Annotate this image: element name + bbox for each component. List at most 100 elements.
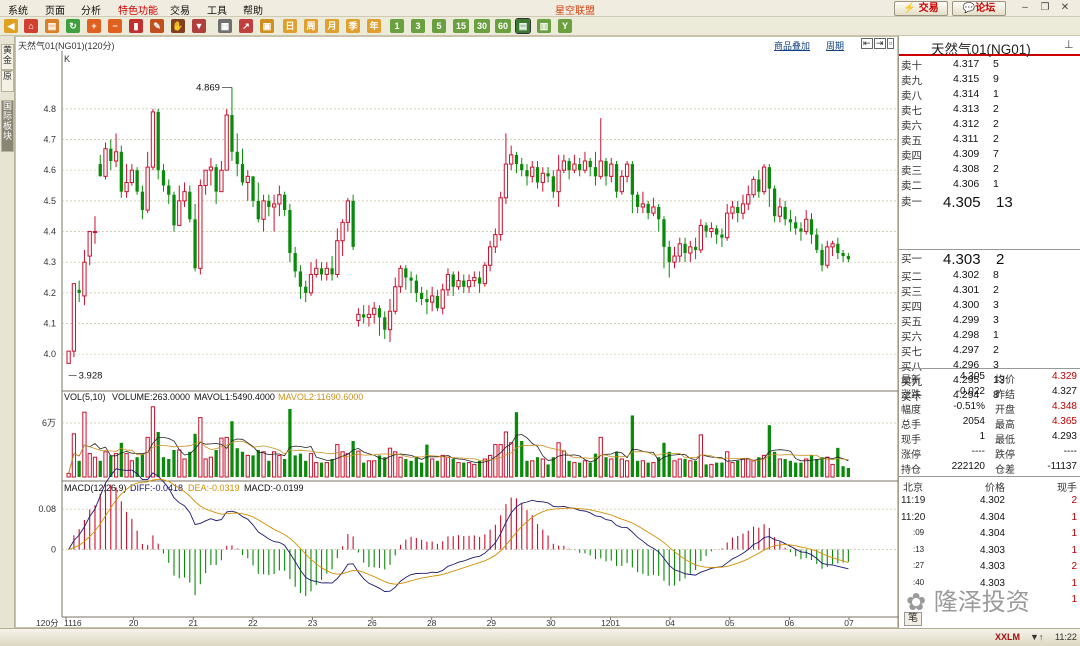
candle-body [630, 164, 634, 195]
tab-crude[interactable]: 原 [1, 70, 14, 92]
quote-row: 涨停 ---- 跌停 ---- [899, 445, 1080, 461]
ask-price: 4.313 [953, 103, 980, 115]
ask-row[interactable]: 卖四 4.309 7 [899, 147, 1080, 162]
ask-row[interactable]: 卖二 4.306 1 [899, 177, 1080, 192]
ask-label: 卖三 [901, 165, 922, 177]
candle-body [820, 249, 824, 266]
menu-page[interactable]: 页面 [45, 2, 65, 17]
candle-body [683, 243, 687, 253]
x-tick-label: 20 [129, 618, 139, 628]
menu-analysis[interactable]: 分析 [81, 2, 101, 17]
menu-help[interactable]: 帮助 [243, 2, 263, 17]
candle-body [319, 268, 324, 275]
menu-system[interactable]: 系统 [8, 2, 28, 17]
zoom-in-icon[interactable]: + [87, 19, 101, 33]
hand-icon[interactable]: ✋ [171, 19, 185, 33]
bid-row[interactable]: 买一 4.303 2 [899, 250, 1080, 269]
period-120-icon[interactable]: ▤ [515, 18, 531, 34]
bid-row[interactable]: 买六 4.298 1 [899, 328, 1080, 343]
candle-icon[interactable]: ▥ [537, 19, 551, 33]
kline-chart[interactable]: K 4.0 4.1 4.2 4.3 4.4 4.5 4.6 4.7 4.8 4.869 3.928 11… [16, 37, 899, 629]
back-icon[interactable]: ◀ [4, 19, 18, 33]
volume-bar [177, 449, 182, 478]
ask-row[interactable]: 卖七 4.313 2 [899, 102, 1080, 117]
menu-trade[interactable]: 交易 [170, 2, 190, 17]
x-tick-label: 23 [308, 618, 318, 628]
bid-row[interactable]: 买四 4.300 3 [899, 298, 1080, 313]
week-icon[interactable]: 周 [304, 19, 318, 33]
candle-body [161, 170, 166, 186]
bid-row[interactable]: 买二 4.302 8 [899, 268, 1080, 283]
quote-value: 4.293 [1051, 431, 1077, 442]
month-icon[interactable]: 月 [325, 19, 339, 33]
tab-international[interactable]: 国际板块 [1, 100, 14, 152]
menu-tools[interactable]: 工具 [207, 2, 227, 17]
quote-value: 4.327 [1051, 386, 1077, 397]
trade-button[interactable]: ⚡ 交易 [894, 1, 948, 16]
candle-body [372, 307, 377, 315]
tab-gold[interactable]: 黄金 [1, 44, 14, 70]
season-icon[interactable]: 季 [346, 19, 360, 33]
tick-time: :27 [913, 561, 925, 570]
forum-button-label: 论坛 [975, 3, 996, 14]
table-icon[interactable]: ▦ [218, 19, 232, 33]
candle-body [588, 161, 592, 168]
x-tick-label: 07 [844, 618, 854, 628]
pen-icon[interactable]: ✎ [150, 19, 164, 33]
period-5-button[interactable]: 5 [432, 19, 446, 33]
volume-bar [362, 462, 366, 477]
candle-body [809, 219, 814, 235]
period-3-button[interactable]: 3 [411, 19, 425, 33]
candle-body [740, 203, 746, 214]
forum-button[interactable]: 💬论坛 [952, 1, 1006, 16]
period-15-button[interactable]: 15 [453, 19, 469, 33]
menu-features[interactable]: 特色功能 [118, 2, 158, 17]
ask-row[interactable]: 卖九 4.315 9 [899, 72, 1080, 87]
volume-bar [493, 444, 498, 478]
ask-row[interactable]: 卖三 4.308 2 [899, 162, 1080, 177]
bid-row[interactable]: 买三 4.301 2 [899, 283, 1080, 298]
year-icon[interactable]: 年 [367, 19, 381, 33]
minimize-icon[interactable]: – [1018, 2, 1032, 14]
filter-icon[interactable]: ▼ [192, 19, 206, 33]
ask-row[interactable]: 卖十 4.317 5 [899, 57, 1080, 72]
volume-bar [730, 462, 735, 478]
candle-body [662, 219, 666, 247]
candle-body [393, 286, 398, 312]
period-1-button[interactable]: 1 [390, 19, 404, 33]
period-30-button[interactable]: 30 [474, 19, 490, 33]
maximize-icon[interactable]: ❐ [1038, 2, 1052, 14]
grid-icon[interactable]: ▣ [260, 19, 274, 33]
bid-row[interactable]: 买七 4.297 2 [899, 343, 1080, 358]
candle-body [351, 200, 355, 247]
home-icon[interactable]: ⌂ [24, 19, 38, 33]
ask-volume: 9 [993, 73, 999, 85]
ask-row[interactable]: 卖一 4.305 13 [899, 193, 1080, 212]
ask-row[interactable]: 卖五 4.311 2 [899, 132, 1080, 147]
bid-row[interactable]: 买五 4.299 3 [899, 313, 1080, 328]
quote-value: 4.348 [1051, 401, 1077, 412]
day-icon[interactable]: 日 [283, 19, 297, 33]
candle-body [82, 261, 87, 297]
volume-bar [351, 441, 355, 477]
close-icon[interactable]: ✕ [1058, 2, 1072, 14]
period-60-button[interactable]: 60 [495, 19, 511, 33]
volume-bar [514, 412, 519, 477]
candle-body [761, 166, 767, 193]
chart-icon[interactable]: ▮ [129, 19, 143, 33]
chart-window: 天然气01(NG01)(120分) 商品叠加 周期 ⇤ ⇥ ▫ K 4.0 4.1 4… [15, 36, 899, 629]
tick-row: :09 4.304 1 [899, 526, 1080, 542]
news-icon[interactable]: ▤ [45, 19, 59, 33]
zoom-out-icon[interactable]: − [108, 19, 122, 33]
ask-row[interactable]: 卖六 4.312 2 [899, 117, 1080, 132]
chevron-down-icon[interactable]: ⊥ [1064, 38, 1074, 51]
line-chart-icon[interactable]: ↗ [239, 19, 253, 33]
refresh-icon[interactable]: ↻ [66, 19, 80, 33]
bid-label: 买二 [901, 271, 922, 283]
bid-price: 4.299 [953, 314, 980, 326]
volume-bar [546, 464, 550, 477]
candle-body [688, 246, 693, 254]
ask-row[interactable]: 卖八 4.314 1 [899, 87, 1080, 102]
volume-bar [487, 454, 493, 478]
year-chart-icon[interactable]: Y [558, 19, 572, 33]
